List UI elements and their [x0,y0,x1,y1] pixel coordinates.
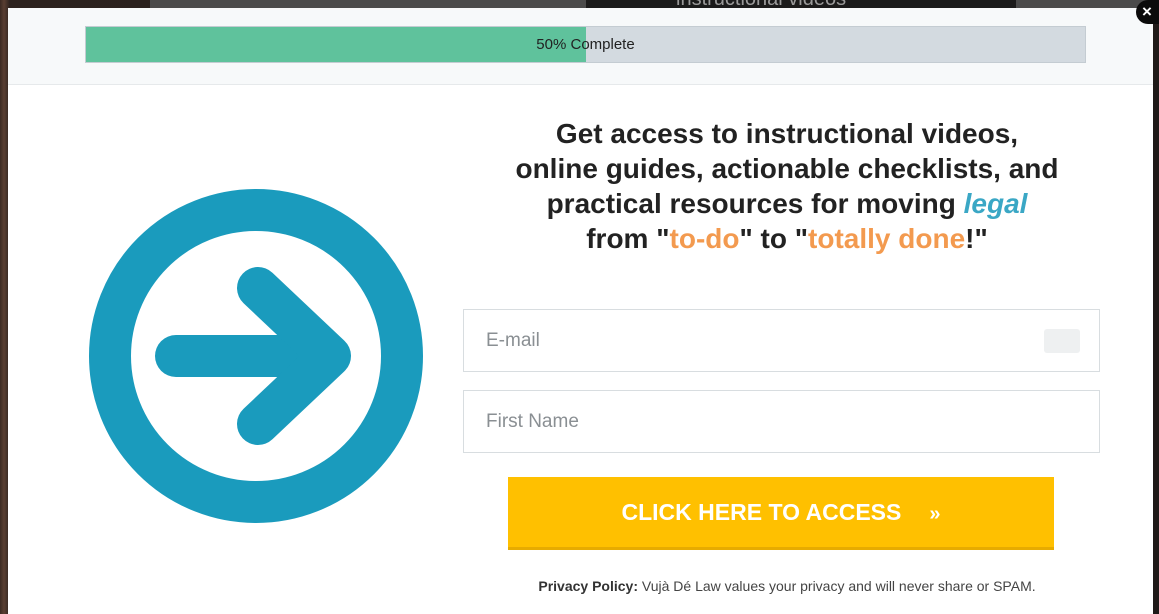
modal-header: 50% Complete [8,8,1153,85]
privacy-text: Vujà Dé Law values your privacy and will… [638,578,1036,594]
autofill-helper-icon[interactable] [1044,329,1080,353]
headline-line-1: Get access to instructional videos, [555,118,1019,149]
headline: Get access to instructional videos, onli… [463,116,1111,256]
headline-highlight-todo: to-do [669,223,740,254]
headline-line-4: from "to-do" to "totally done!" [463,221,1111,256]
headline-line-2: online guides, actionable checklists, an… [515,153,1059,184]
close-button[interactable]: × [1136,0,1159,24]
headline-from: from " [586,223,670,254]
email-field[interactable] [463,309,1100,372]
arrow-right-circle-icon [89,189,423,523]
backdrop-video-label-text: instructional videos [676,0,846,8]
headline-highlight-done: totally done [808,223,966,254]
headline-end: !" [965,223,988,254]
chevron-right-icon: » [929,502,941,525]
privacy-policy-label: Privacy Policy: [538,578,638,594]
access-button-label: CLICK HERE TO ACCESS [621,498,902,525]
headline-to: " to " [739,223,809,254]
progress-label: 50% Complete [536,36,635,53]
headline-line-3: practical resources for moving legal [463,186,1111,221]
close-icon: × [1142,2,1152,21]
optin-modal: 50% Complete Get access to instructional… [8,8,1153,614]
progress-bar: 50% Complete [85,26,1086,63]
backdrop-video-label: instructional videos [586,0,1016,8]
first-name-field[interactable] [463,390,1100,453]
headline-highlight-legal: legal [963,188,1028,219]
access-button[interactable]: CLICK HERE TO ACCESS » [508,477,1054,550]
privacy-notice: Privacy Policy: Vujà Dé Law values your … [463,578,1111,594]
headline-line-3-text: practical resources for moving [546,188,964,219]
